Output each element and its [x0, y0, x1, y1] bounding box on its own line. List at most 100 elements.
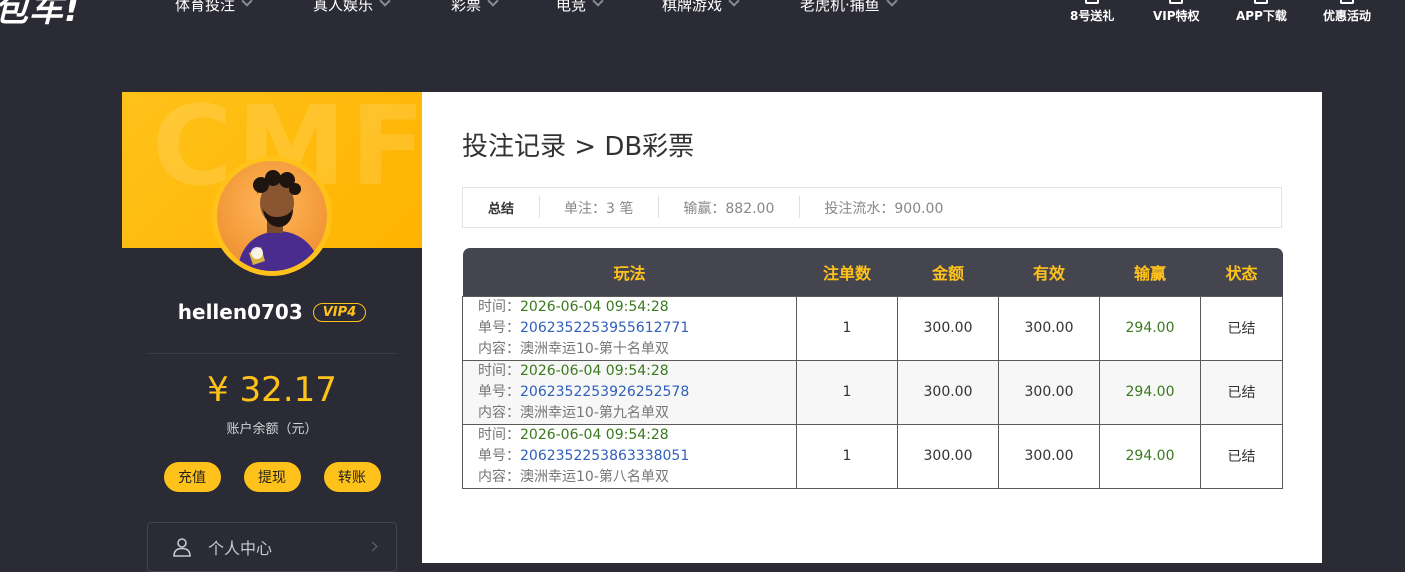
nav-sports[interactable]: 体育投注 — [175, 0, 253, 14]
chevron-down-icon — [886, 0, 898, 7]
bet-content: 澳洲幸运10-第十名单双 — [520, 340, 669, 357]
top-navigation: 包车! 体育投注 真人娱乐 彩票 电竞 棋牌游戏 老虎机·捕鱼 8号送礼 VIP… — [0, 0, 1405, 30]
main-content: 投注记录 > DB彩票 总结 单注：3 笔 输赢：882.00 投注流水：900… — [422, 92, 1322, 563]
deposit-button[interactable]: 充值 — [163, 462, 221, 492]
summary-win-loss: 输赢：882.00 — [658, 195, 799, 218]
tool-gift[interactable]: 8号送礼 — [1070, 0, 1114, 24]
column-header-win-loss: 输赢 — [1099, 248, 1201, 296]
bet-order-number[interactable]: 2062352253955612771 — [520, 320, 689, 336]
bet-amount: 300.00 — [897, 295, 999, 361]
chevron-down-icon — [379, 0, 391, 7]
bet-detail-cell: 时间：2026-06-04 09:54:28 单号：20623522538633… — [462, 423, 797, 489]
nav-card-games-label: 棋牌游戏 — [662, 0, 723, 14]
summary-bet-count: 单注：3 笔 — [539, 195, 658, 218]
sidebar-item-label: 个人中心 — [208, 539, 273, 558]
tool-vip-label: VIP特权 — [1153, 9, 1200, 23]
time-label: 时间： — [478, 426, 520, 443]
account-balance: ¥ 32.17 — [207, 370, 337, 410]
bet-records-table: 玩法 注单数 金额 有效 输赢 状态 时间：2026-06-04 09:54:2… — [462, 248, 1283, 489]
chevron-down-icon — [592, 0, 604, 7]
bet-content: 澳洲幸运10-第八名单双 — [520, 468, 669, 485]
bet-order-number[interactable]: 2062352253863338051 — [520, 448, 689, 464]
user-icon — [173, 538, 191, 557]
order-label: 单号： — [478, 447, 520, 464]
bet-valid: 300.00 — [998, 423, 1100, 489]
table-row: 时间：2026-06-04 09:54:28 单号：20623522539556… — [462, 295, 1283, 361]
order-label: 单号： — [478, 383, 520, 400]
withdraw-button[interactable]: 提现 — [243, 462, 301, 492]
bet-time: 2026-06-04 09:54:28 — [520, 298, 669, 315]
nav-live-casino[interactable]: 真人娱乐 — [313, 0, 391, 14]
content-label: 内容： — [478, 468, 520, 485]
site-logo[interactable]: 包车! — [0, 0, 81, 31]
profile-sidebar: CMF hellen0703 VIP4 ¥ 32.17 账户余额（元） 充值 提… — [122, 92, 422, 572]
tool-app-download[interactable]: APP下载 — [1236, 0, 1287, 24]
phone-icon — [1254, 0, 1269, 4]
page-title: 投注记录 > DB彩票 — [462, 132, 695, 162]
table-row: 时间：2026-06-04 09:54:28 单号：20623522538633… — [462, 423, 1283, 489]
time-label: 时间： — [478, 362, 520, 379]
bet-count: 1 — [796, 423, 898, 489]
tool-promotions-label: 优惠活动 — [1323, 9, 1372, 23]
sidebar-item-personal-center[interactable]: 个人中心 — [147, 522, 397, 572]
player-portrait-icon — [237, 170, 321, 271]
chevron-down-icon — [728, 0, 740, 7]
sidebar-divider — [147, 353, 397, 354]
nav-slots-fishing[interactable]: 老虎机·捕鱼 — [800, 0, 898, 14]
chevron-down-icon — [241, 0, 253, 7]
bet-detail-cell: 时间：2026-06-04 09:54:28 单号：20623522539556… — [462, 295, 797, 361]
wallet-actions: 充值 提现 转账 — [122, 462, 422, 492]
bet-status: 已结 — [1200, 295, 1283, 361]
account-balance-label: 账户余额（元） — [226, 422, 318, 437]
bet-time: 2026-06-04 09:54:28 — [520, 362, 669, 379]
bet-detail-cell: 时间：2026-06-04 09:54:28 单号：20623522539262… — [462, 359, 797, 425]
summary-bar: 总结 单注：3 笔 输赢：882.00 投注流水：900.00 — [462, 187, 1282, 228]
bet-status: 已结 — [1200, 359, 1283, 425]
summary-title: 总结 — [488, 202, 515, 217]
bet-amount: 300.00 — [897, 423, 999, 489]
username-row: hellen0703 VIP4 — [122, 300, 422, 324]
summary-turnover: 投注流水：900.00 — [799, 195, 968, 218]
tool-app-download-label: APP下载 — [1236, 9, 1287, 23]
column-header-status: 状态 — [1200, 248, 1283, 296]
table-row: 时间：2026-06-04 09:54:28 单号：20623522539262… — [462, 359, 1283, 425]
nav-card-games[interactable]: 棋牌游戏 — [662, 0, 740, 14]
avatar-image — [217, 161, 327, 271]
nav-slots-fishing-label: 老虎机·捕鱼 — [800, 0, 880, 14]
gift-icon — [1085, 0, 1100, 4]
bet-valid: 300.00 — [998, 359, 1100, 425]
username: hellen0703 — [177, 300, 303, 324]
avatar[interactable] — [212, 156, 332, 276]
bet-order-number[interactable]: 2062352253926252578 — [520, 384, 689, 400]
tool-vip[interactable]: VIP特权 — [1153, 0, 1200, 24]
column-header-valid: 有效 — [998, 248, 1100, 296]
nav-lottery[interactable]: 彩票 — [451, 0, 499, 14]
nav-sports-label: 体育投注 — [175, 0, 236, 14]
bet-time: 2026-06-04 09:54:28 — [520, 426, 669, 443]
bet-count: 1 — [796, 359, 898, 425]
bet-valid: 300.00 — [998, 295, 1100, 361]
bet-amount: 300.00 — [897, 359, 999, 425]
nav-esports-label: 电竞 — [556, 0, 587, 14]
column-header-count: 注单数 — [796, 248, 898, 296]
nav-live-casino-label: 真人娱乐 — [313, 0, 374, 14]
chevron-right-icon — [367, 541, 378, 552]
bet-count: 1 — [796, 295, 898, 361]
nav-lottery-label: 彩票 — [451, 0, 482, 14]
bet-content: 澳洲幸运10-第九名单双 — [520, 404, 669, 421]
vip-badge[interactable]: VIP4 — [312, 302, 367, 322]
bet-status: 已结 — [1200, 423, 1283, 489]
column-header-play: 玩法 — [462, 248, 797, 296]
chevron-down-icon — [487, 0, 499, 7]
bet-win-loss: 294.00 — [1099, 295, 1201, 361]
tool-promotions[interactable]: 优惠活动 — [1323, 0, 1371, 24]
column-header-amount: 金额 — [897, 248, 999, 296]
nav-esports[interactable]: 电竞 — [556, 0, 604, 14]
crown-icon — [1169, 0, 1184, 4]
tool-gift-label: 8号送礼 — [1070, 9, 1115, 23]
promo-icon — [1340, 0, 1354, 4]
transfer-button[interactable]: 转账 — [323, 462, 381, 492]
content-label: 内容： — [478, 404, 520, 421]
content-label: 内容： — [478, 340, 520, 357]
bet-win-loss: 294.00 — [1099, 359, 1201, 425]
